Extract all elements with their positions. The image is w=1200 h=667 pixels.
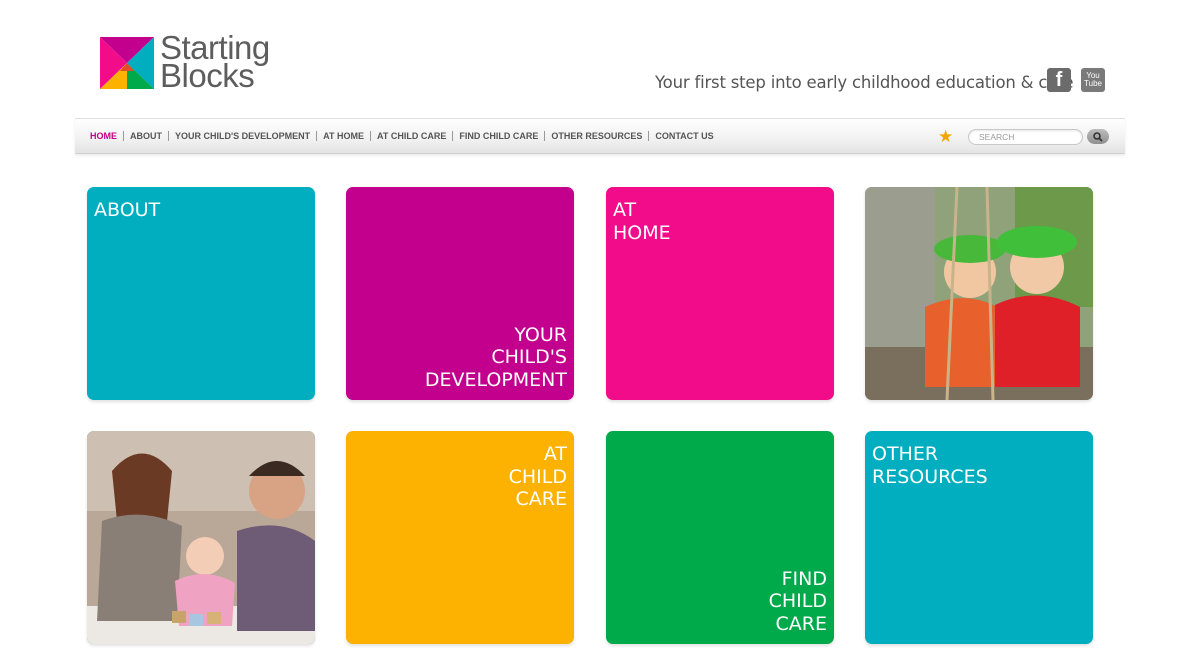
star-icon[interactable]: ★ [938,127,953,147]
tile-other-resources-label: OTHER RESOURCES [872,443,988,488]
tile-other-resources[interactable]: OTHER RESOURCES [865,431,1093,644]
youtube-icon[interactable]: You Tube [1081,68,1105,92]
tile-at-home[interactable]: AT HOME [606,187,834,400]
nav-your-childs-development[interactable]: YOUR CHILD'S DEVELOPMENT [168,131,316,141]
youtube-icon-line2: Tube [1084,79,1102,88]
nav-contact-us[interactable]: CONTACT US [648,131,719,141]
facebook-icon[interactable]: f [1047,68,1071,92]
nav-home[interactable]: HOME [90,131,123,141]
tile-at-child-care[interactable]: AT CHILD CARE [346,431,574,644]
brand-name: Starting Blocks [160,31,270,94]
tile-development-label: YOUR CHILD'S DEVELOPMENT [424,323,567,391]
brand-line-2: Blocks [160,57,255,94]
nav-other-resources[interactable]: OTHER RESOURCES [544,131,648,141]
search-button[interactable] [1087,129,1109,144]
tile-find-child-care-label: FIND CHILD CARE [768,567,827,635]
nav-at-child-care[interactable]: AT CHILD CARE [370,131,452,141]
photo-children-on-swing[interactable] [865,187,1093,400]
tile-about-label: ABOUT [94,199,161,221]
nav-at-home[interactable]: AT HOME [316,131,370,141]
main-nav: HOME ABOUT YOUR CHILD'S DEVELOPMENT AT H… [90,131,720,141]
site-logo[interactable]: Starting Blocks [98,31,288,94]
tile-find-child-care[interactable]: FIND CHILD CARE [606,431,834,644]
search-input[interactable] [968,129,1083,145]
tile-at-home-label: AT HOME [613,199,671,244]
starting-blocks-logo-icon [100,37,154,89]
tile-about[interactable]: ABOUT [87,187,315,400]
nav-find-child-care[interactable]: FIND CHILD CARE [452,131,544,141]
family-photo-image [87,431,315,644]
photo-family-with-baby[interactable] [87,431,315,644]
tile-your-childs-development[interactable]: YOUR CHILD'S DEVELOPMENT [346,187,574,400]
children-photo-image [865,187,1093,400]
search-icon [1093,131,1103,142]
nav-about[interactable]: ABOUT [123,131,168,141]
tile-at-child-care-label: AT CHILD CARE [508,443,567,510]
main-nav-bar: HOME ABOUT YOUR CHILD'S DEVELOPMENT AT H… [75,118,1125,154]
tagline: Your first step into early childhood edu… [655,73,1074,92]
